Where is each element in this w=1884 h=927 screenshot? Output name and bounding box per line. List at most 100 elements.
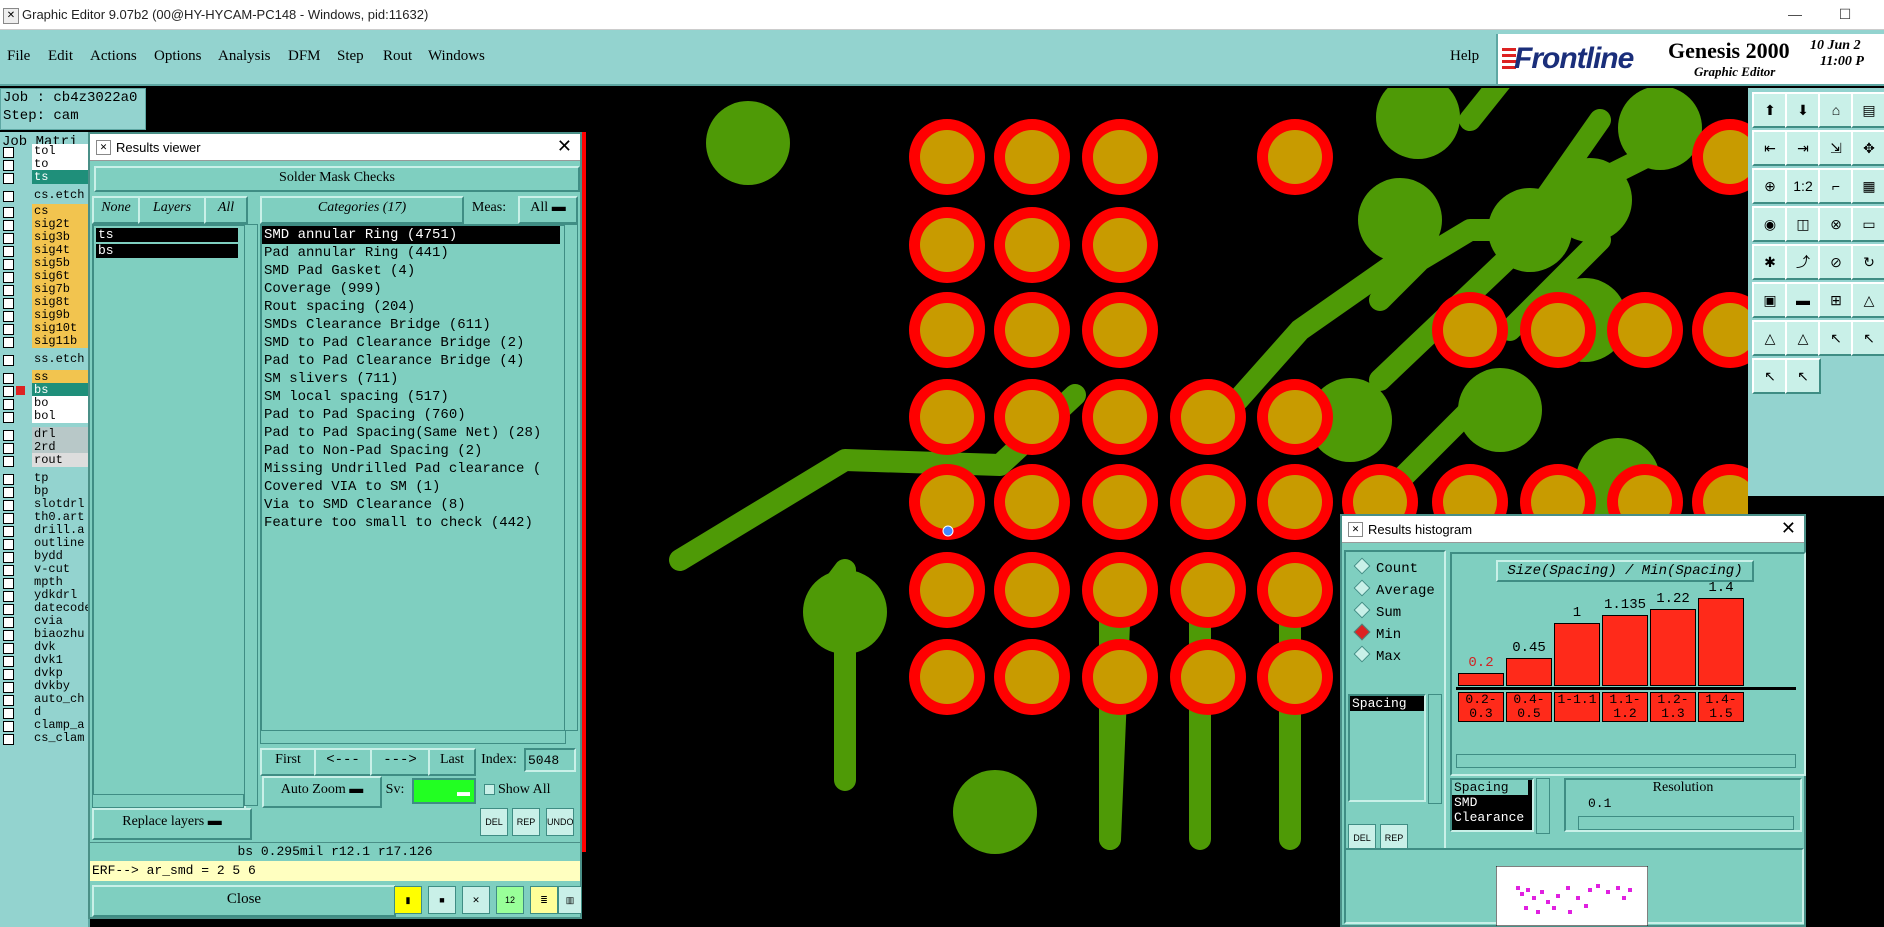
line-icon[interactable]: ▬ — [1785, 282, 1821, 318]
histogram-list-scrollbar[interactable] — [1428, 694, 1442, 804]
add-icon[interactable]: ⊞ — [1818, 282, 1854, 318]
last-button[interactable]: Last — [428, 748, 476, 776]
triangle-icon[interactable]: △ — [1785, 320, 1821, 356]
layer-checkbox[interactable] — [3, 191, 14, 202]
resolution-slider[interactable] — [1578, 816, 1794, 830]
measure-icon[interactable]: ⌐ — [1818, 168, 1854, 204]
menu-edit[interactable]: Edit — [48, 48, 73, 65]
category-item[interactable]: Pad to Pad Spacing (760) — [262, 406, 564, 424]
layer-name[interactable]: sig10t — [32, 321, 88, 335]
histogram-bar[interactable] — [1650, 609, 1696, 686]
layer-row[interactable]: cs.etch — [0, 188, 90, 203]
minimize-button[interactable]: — — [1780, 4, 1810, 24]
layer-name[interactable]: dvkp — [32, 666, 88, 680]
category-item[interactable]: Pad to Pad Clearance Bridge (4) — [262, 352, 564, 370]
layer-name[interactable]: sig4t — [32, 243, 88, 257]
histogram-bar[interactable] — [1458, 673, 1504, 686]
layer-name[interactable]: ss.etch — [32, 352, 88, 366]
layer-name[interactable]: ts — [32, 170, 88, 184]
category-item[interactable]: Pad to Non-Pad Spacing (2) — [262, 442, 564, 460]
layer-name[interactable]: ss — [32, 370, 88, 384]
histogram-bar[interactable] — [1602, 614, 1648, 686]
category-item[interactable]: Rout spacing (204) — [262, 298, 564, 316]
layer-name[interactable]: cs_clam — [32, 731, 88, 745]
mode-radio-average[interactable]: Average — [1353, 579, 1435, 599]
layer-name[interactable]: dvk1 — [32, 653, 88, 667]
layer-checkbox[interactable] — [3, 337, 14, 348]
layer-list-item[interactable]: bs — [96, 244, 238, 258]
chart-hscrollbar[interactable] — [1456, 754, 1796, 768]
zoom-fit-icon[interactable]: ⇲ — [1818, 130, 1854, 166]
auto-zoom-select[interactable]: Auto Zoom ▬ — [262, 776, 382, 808]
type-list[interactable]: Spacing SMD Clearance — [1450, 778, 1534, 832]
layer-name[interactable]: bs — [32, 383, 88, 397]
close-icon[interactable]: ✕ — [557, 136, 572, 157]
layer-name[interactable]: bp — [32, 484, 88, 498]
triangle-icon[interactable]: △ — [1752, 320, 1788, 356]
type-item-clearance[interactable]: Clearance — [1452, 810, 1532, 825]
category-item[interactable]: SM slivers (711) — [262, 370, 564, 388]
layer-name[interactable]: ydkdrl — [32, 588, 88, 602]
category-list-hscrollbar[interactable] — [260, 730, 566, 744]
layer-name[interactable]: bo — [32, 396, 88, 410]
pointer-icon[interactable]: ↖ — [1851, 320, 1884, 356]
replace-layers-select[interactable]: Replace layers ▬ — [92, 808, 252, 840]
home-icon[interactable]: ⌂ — [1818, 92, 1854, 128]
layer-name[interactable]: sig11b — [32, 334, 88, 348]
pointer-icon[interactable]: ↖ — [1752, 358, 1788, 394]
zoom-icon[interactable]: ⊕ — [1752, 168, 1788, 204]
pan-icon[interactable]: ✥ — [1851, 130, 1884, 166]
layer-row[interactable]: ts — [0, 170, 90, 185]
menu-actions[interactable]: Actions — [90, 48, 137, 65]
category-item[interactable]: Covered VIA to SM (1) — [262, 478, 564, 496]
layers-button[interactable]: Layers — [138, 196, 206, 224]
first-button[interactable]: First — [260, 748, 316, 776]
triangle-icon[interactable]: △ — [1851, 282, 1884, 318]
close-icon[interactable]: ✕ — [1781, 518, 1796, 539]
layer-name[interactable]: sig3b — [32, 230, 88, 244]
category-item[interactable]: SMDs Clearance Bridge (611) — [262, 316, 564, 334]
next-button[interactable]: ---> — [370, 748, 430, 776]
type-item-smd[interactable]: SMD — [1452, 795, 1532, 810]
ruler-icon[interactable]: ▭ — [1851, 206, 1884, 242]
rotate-icon[interactable]: ↻ — [1851, 244, 1884, 280]
meas-select[interactable]: All ▬ — [518, 196, 578, 224]
layer-name[interactable]: outline — [32, 536, 88, 550]
layer-name[interactable]: rout — [32, 453, 88, 467]
numbered-list-icon[interactable]: 12 — [496, 886, 524, 914]
menu-options[interactable]: Options — [154, 48, 202, 65]
pointer-icon[interactable]: ↖ — [1785, 358, 1821, 394]
mode-radio-min[interactable]: Min — [1353, 623, 1401, 643]
menu-dfm[interactable]: DFM — [288, 48, 321, 65]
layer-row[interactable]: sig11b — [0, 334, 90, 349]
category-list-scrollbar[interactable] — [564, 224, 578, 731]
layer-list[interactable]: ts bs — [92, 224, 246, 808]
no-icon[interactable]: ⊘ — [1818, 244, 1854, 280]
layer-name[interactable]: sig5b — [32, 256, 88, 270]
delete-grid-icon[interactable]: ✕ — [462, 886, 490, 914]
layer-name[interactable]: cs — [32, 204, 88, 218]
pad-icon[interactable]: ▣ — [1752, 282, 1788, 318]
histogram-bar[interactable] — [1698, 598, 1744, 686]
menu-rout[interactable]: Rout — [383, 48, 412, 65]
layer-checkbox[interactable] — [3, 734, 14, 745]
menu-step[interactable]: Step — [337, 48, 364, 65]
histogram-list-item[interactable]: Spacing — [1350, 696, 1424, 711]
pointer-icon[interactable]: ↖ — [1818, 320, 1854, 356]
layer-name[interactable]: tol — [32, 144, 88, 158]
category-item[interactable]: Feature too small to check (442) — [262, 514, 564, 532]
layer-name[interactable]: tp — [32, 471, 88, 485]
layer-name[interactable]: d — [32, 705, 88, 719]
layer-name[interactable]: th0.art — [32, 510, 88, 524]
layer-name[interactable]: mpth — [32, 575, 88, 589]
layer-name[interactable]: bol — [32, 409, 88, 423]
layer-name[interactable]: dvkby — [32, 679, 88, 693]
node-icon[interactable]: ✱ — [1752, 244, 1788, 280]
route-icon[interactable]: ⤴ — [1785, 244, 1821, 280]
prev-button[interactable]: <--- — [314, 748, 372, 776]
layer-name[interactable]: sig8t — [32, 295, 88, 309]
move-up-icon[interactable]: ⬆ — [1752, 92, 1788, 128]
solder-mask-checks-header[interactable]: Solder Mask Checks — [94, 166, 580, 192]
layer-list-hscrollbar[interactable] — [92, 794, 244, 808]
layer-name[interactable]: biaozhu — [32, 627, 88, 641]
